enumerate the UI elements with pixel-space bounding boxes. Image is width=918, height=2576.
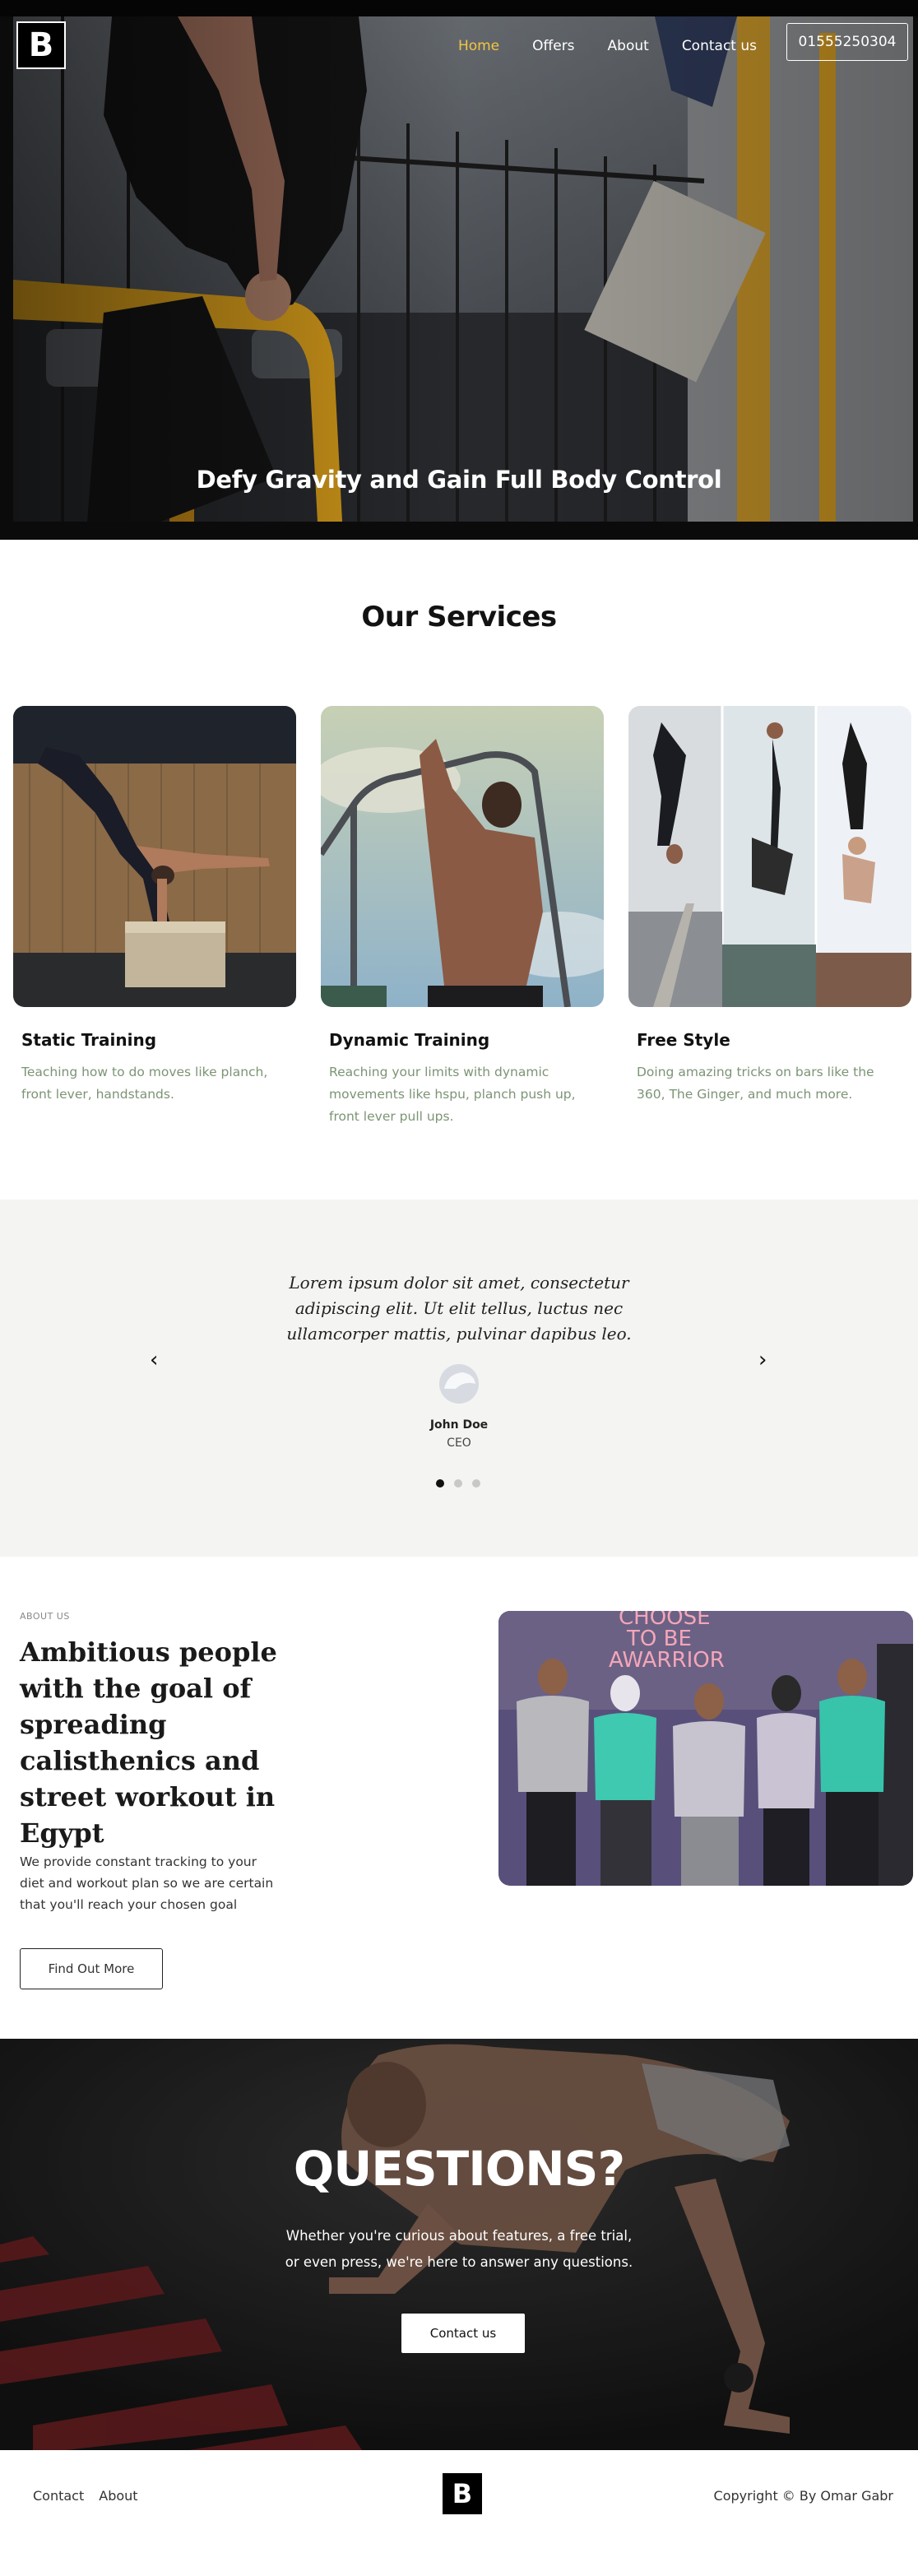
nav-link-home[interactable]: Home (458, 38, 499, 54)
avatar (439, 1364, 479, 1404)
contact-us-button[interactable]: Contact us (401, 2314, 525, 2353)
hero-section: B Home Offers About Contact us 015552503… (0, 0, 918, 540)
footer-link-about[interactable]: About (99, 2488, 137, 2504)
footer: Contact About B Copyright © By Omar Gabr (0, 2450, 918, 2576)
copyright-text: Copyright © By Omar Gabr (713, 2488, 893, 2504)
service-description: Doing amazing tricks on bars like the 36… (637, 1065, 874, 1102)
testimonial-quote: Lorem ipsum dolor sit amet, consectetur … (286, 1273, 632, 1344)
testimonial-section: Lorem ipsum dolor sit amet, consectetur … (0, 1200, 918, 1557)
footer-logo[interactable]: B (443, 2473, 482, 2514)
testimonial-role: CEO (447, 1437, 471, 1450)
nav-link-offers[interactable]: Offers (532, 38, 574, 54)
service-image-freestyle (628, 706, 911, 1007)
carousel-dots (436, 1479, 490, 1488)
service-name: Dynamic Training (329, 1030, 490, 1050)
testimonial-name: John Doe (429, 1418, 489, 1432)
brand-logo-letter: B (28, 26, 54, 64)
nav-link-about[interactable]: About (608, 38, 649, 54)
about-eyebrow: ABOUT US (20, 1611, 70, 1622)
main-nav: Home Offers About Contact us 01555250304 (458, 23, 908, 61)
carousel-dot[interactable] (436, 1479, 444, 1488)
service-image-dynamic (321, 706, 604, 1007)
hero-top-bar (0, 0, 918, 16)
about-heading: Ambitious people with the goal of spread… (20, 1636, 277, 1849)
questions-section: QUESTIONS? Whether you're curious about … (0, 2039, 918, 2450)
carousel-prev-button[interactable]: ‹ (150, 1348, 158, 1372)
footer-links: Contact About (33, 2488, 153, 2504)
carousel-next-button[interactable]: › (758, 1348, 767, 1372)
service-card-dynamic: Dynamic Training Reaching your limits wi… (321, 706, 604, 1128)
about-body: We provide constant tracking to your die… (20, 1854, 274, 1912)
services-title: Our Services (361, 601, 557, 634)
brand-logo[interactable]: B (16, 21, 66, 69)
service-description: Reaching your limits with dynamic moveme… (329, 1065, 576, 1124)
service-name: Static Training (21, 1030, 157, 1050)
footer-logo-letter: B (452, 2478, 473, 2509)
carousel-dot[interactable] (454, 1479, 462, 1488)
carousel-dot[interactable] (472, 1479, 480, 1488)
service-card-static: Static Training Teaching how to do moves… (13, 706, 296, 1106)
footer-link-contact[interactable]: Contact (33, 2488, 84, 2504)
team-photo: CHOOSE TO BE AWARRIOR (498, 1611, 913, 1886)
hero-background-image (13, 16, 913, 522)
find-out-more-button[interactable]: Find Out More (20, 1948, 163, 1989)
phone-button[interactable]: 01555250304 (786, 23, 908, 61)
nav-link-contact[interactable]: Contact us (682, 38, 757, 54)
service-name: Free Style (637, 1030, 730, 1050)
service-description: Teaching how to do moves like planch, fr… (21, 1065, 268, 1102)
hero-title: Defy Gravity and Gain Full Body Control (196, 466, 722, 494)
service-image-static (13, 706, 296, 1007)
neon-sign-line: AWARRIOR (609, 1648, 725, 1673)
service-card-freestyle: Free Style Doing amazing tricks on bars … (628, 706, 911, 1106)
questions-text: Whether you're curious about features, a… (285, 2228, 633, 2270)
questions-title: QUESTIONS? (293, 2141, 625, 2197)
